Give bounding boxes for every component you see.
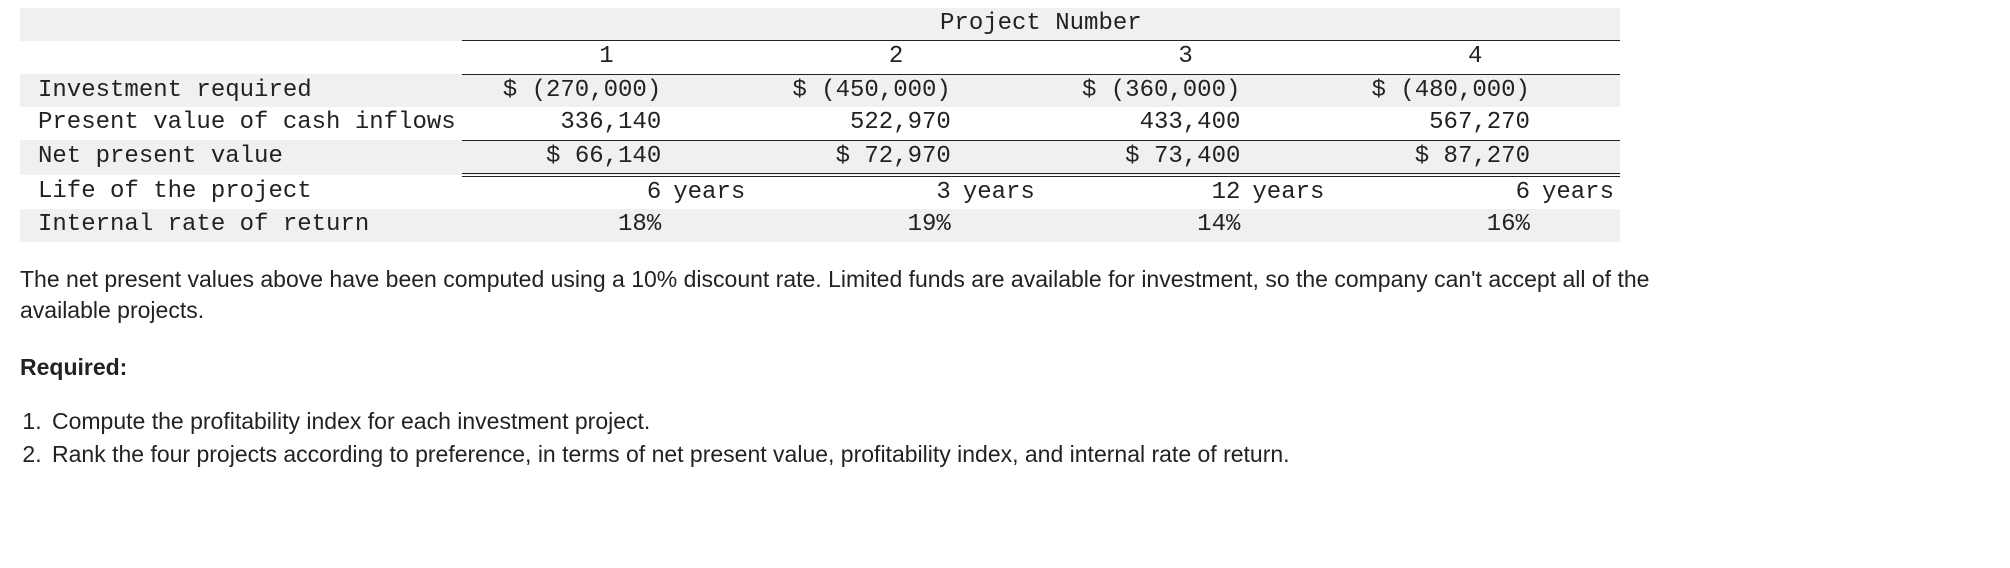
col-header-3: 3 [1041,41,1331,74]
row-label-npv: Net present value [20,140,462,175]
cell: $ 73,400 [1041,140,1247,175]
cell: 433,400 [1041,107,1247,140]
row-label-life: Life of the project [20,175,462,209]
cell-unit: years [1536,175,1620,209]
projects-table: Project Number 1 2 3 4 Investment requir… [20,8,1620,242]
list-item: Rank the four projects according to pref… [48,439,1990,470]
list-item: Compute the profitability index for each… [48,406,1990,437]
required-heading: Required: [20,352,1990,383]
cell: 14% [1041,209,1247,241]
cell-unit: years [1246,175,1330,209]
cell: $ (270,000) [462,74,668,107]
cell: 567,270 [1330,107,1536,140]
table-row: Internal rate of return 18% 19% 14% 16% [20,209,1620,241]
cell: 3 [751,175,957,209]
explanatory-paragraph: The net present values above have been c… [20,264,1720,326]
cell: $ (450,000) [751,74,957,107]
required-list: Compute the profitability index for each… [24,406,1990,470]
cell: $ 87,270 [1330,140,1536,175]
cell-unit: years [667,175,751,209]
col-header-1: 1 [462,41,752,74]
cell: $ 72,970 [751,140,957,175]
cell: $ (480,000) [1330,74,1536,107]
cell: $ (360,000) [1041,74,1247,107]
cell: 522,970 [751,107,957,140]
cell: 19% [751,209,957,241]
cell: 18% [462,209,668,241]
table-supertitle: Project Number [462,8,1620,41]
table-row: Life of the project 6years 3years 12year… [20,175,1620,209]
col-header-2: 2 [751,41,1041,74]
cell: 16% [1330,209,1536,241]
col-header-4: 4 [1330,41,1620,74]
row-label-investment: Investment required [20,74,462,107]
cell: 336,140 [462,107,668,140]
row-label-irr: Internal rate of return [20,209,462,241]
table-row: Net present value $ 66,140 $ 72,970 $ 73… [20,140,1620,175]
cell: $ 66,140 [462,140,668,175]
cell: 6 [1330,175,1536,209]
row-label-pvci: Present value of cash inflows [20,107,462,140]
cell: 12 [1041,175,1247,209]
cell-unit: years [957,175,1041,209]
cell: 6 [462,175,668,209]
table-row: Investment required $ (270,000) $ (450,0… [20,74,1620,107]
table-row: Present value of cash inflows 336,140 52… [20,107,1620,140]
